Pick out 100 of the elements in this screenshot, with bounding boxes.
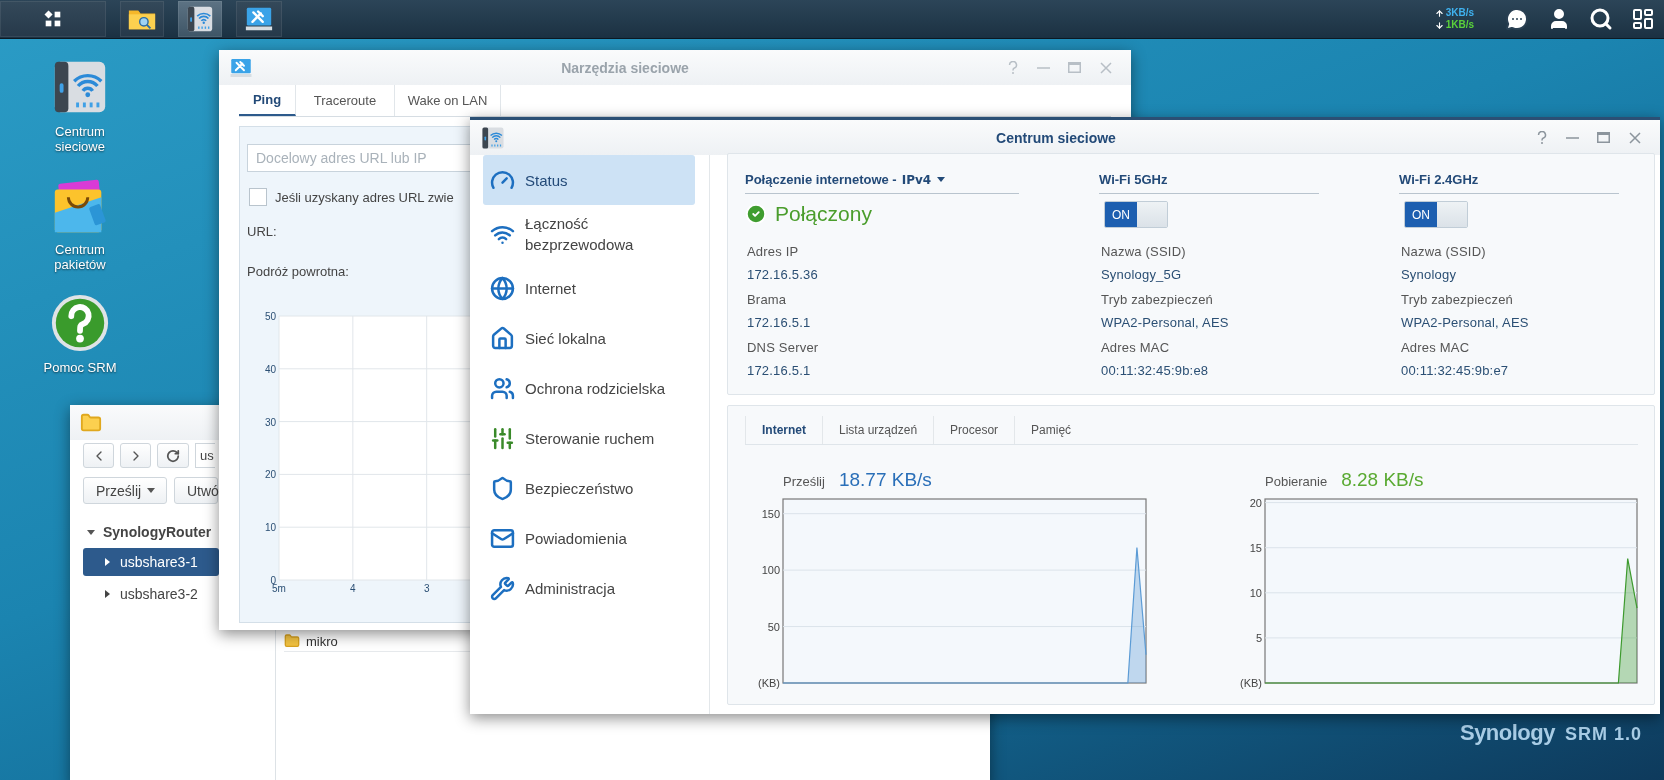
refresh-icon xyxy=(166,448,180,463)
checkbox-label: Jeśli uzyskany adres URL zwie xyxy=(275,189,454,205)
field-value: WPA2-Personal, AES xyxy=(1101,315,1230,330)
sliders-icon xyxy=(490,425,515,451)
speed-value: 8.28 KB/s xyxy=(1341,469,1424,491)
field-value: Synology xyxy=(1401,267,1458,282)
sidebar-item[interactable]: Sterowanie ruchem xyxy=(483,413,695,463)
axis-tick-label: 50 xyxy=(767,620,780,633)
axis-tick-label: 4 xyxy=(350,583,356,594)
field-label: Adres MAC xyxy=(1101,340,1171,355)
close-icon xyxy=(1099,61,1112,74)
brand-name: Synology xyxy=(1459,720,1555,746)
field-label: Nazwa (SSID) xyxy=(1401,244,1487,259)
widgets-icon xyxy=(1631,7,1655,31)
caret-icon xyxy=(87,529,95,535)
sidebar-item[interactable]: Status xyxy=(483,155,695,205)
globe-icon xyxy=(490,275,515,301)
maximize-icon xyxy=(1068,62,1081,73)
tree-item[interactable]: usbshare3-1 xyxy=(83,548,219,576)
field-value: 172.16.5.1 xyxy=(747,363,812,378)
tab[interactable]: Ping xyxy=(239,85,296,116)
field-value: 172.16.5.1 xyxy=(747,315,812,330)
field-value: 172.16.5.36 xyxy=(747,267,819,282)
sidebar-item[interactable]: Ochrona rodzicielska xyxy=(483,363,695,413)
tree-label: usbshare3-1 xyxy=(120,554,198,570)
field-value: 00:11:32:45:9b:e8 xyxy=(1101,363,1210,378)
sidebar-item[interactable]: Administracja xyxy=(483,563,695,613)
toolbar-button[interactable]: Prześlij xyxy=(83,477,167,504)
field-label: Tryb zabezpieczeń xyxy=(1401,292,1515,307)
section-title: Połączenie internetowe - xyxy=(745,172,897,187)
taskbar-button[interactable] xyxy=(120,1,164,37)
toggle-switch[interactable]: ON xyxy=(1404,201,1468,228)
axis-tick-label: 50 xyxy=(264,311,276,322)
tree-item[interactable]: usbshare3-2 xyxy=(83,580,219,608)
house-icon xyxy=(490,325,515,351)
file-name[interactable]: mikro xyxy=(306,633,338,649)
sidebar-item[interactable]: Łączność bezprzewodowa xyxy=(483,205,695,263)
section-title: Wi-Fi 2.4GHz xyxy=(1399,172,1479,187)
refresh-button[interactable] xyxy=(157,443,189,468)
field-label: Adres IP xyxy=(747,244,800,259)
chart-label: Pobieranie xyxy=(1265,474,1328,489)
field-label: Nazwa (SSID) xyxy=(1101,244,1187,259)
sidebar-item[interactable]: Powiadomienia xyxy=(483,513,695,563)
tab[interactable]: Wake on LAN xyxy=(395,85,501,116)
axis-tick-label: 3 xyxy=(423,583,430,594)
window-title: Narzędzia sieciowe xyxy=(560,59,690,76)
download-speed: 1KB/s xyxy=(1445,19,1474,31)
forward-button[interactable] xyxy=(120,443,151,468)
family-icon xyxy=(490,375,515,401)
connection-status: Połączony xyxy=(775,202,872,226)
help-icon xyxy=(49,292,111,354)
section-title: Wi-Fi 5GHz xyxy=(1099,172,1168,187)
desktop-icon-label[interactable]: Centrum pakietów xyxy=(40,242,120,272)
desktop-icon-label[interactable]: Pomoc SRM xyxy=(40,360,120,375)
upload-speed: 3KB/s xyxy=(1445,7,1474,19)
axis-tick-label: 150 xyxy=(761,507,780,520)
caret-icon xyxy=(937,177,946,182)
caret-icon xyxy=(105,558,110,566)
up-arrow-icon xyxy=(1434,8,1444,18)
wrench-icon xyxy=(490,575,515,601)
axis-tick-label: 40 xyxy=(264,363,276,375)
taskbar-button[interactable] xyxy=(236,1,282,37)
down-arrow-icon xyxy=(1434,20,1444,30)
tab[interactable]: Pamięć xyxy=(1014,416,1088,444)
router-wifi-icon xyxy=(185,4,215,34)
speed-value: 18.77 KB/s xyxy=(838,469,932,491)
axis-tick-label: 30 xyxy=(264,416,276,428)
taskbar-button[interactable] xyxy=(0,1,106,37)
axis-tick-label: 10 xyxy=(264,522,276,534)
path-field[interactable]: us xyxy=(195,443,215,468)
help-icon xyxy=(1536,131,1547,144)
tab[interactable]: Lista urządzeń xyxy=(822,416,934,444)
caret-icon xyxy=(105,590,110,598)
tree-label: SynologyRouter xyxy=(103,524,212,540)
axis-tick-label: (KB) xyxy=(1240,677,1262,689)
mode-dropdown[interactable]: IPv4 xyxy=(901,172,946,187)
sidebar-item[interactable]: Bezpieczeństwo xyxy=(483,463,695,513)
brand-product: SRM 1.0 xyxy=(1564,724,1642,745)
folder-icon xyxy=(80,411,102,434)
maximize-icon xyxy=(1597,132,1610,143)
sidebar-item[interactable]: Sieć lokalna xyxy=(483,313,695,363)
back-button[interactable] xyxy=(83,443,114,468)
axis-tick-label: 15 xyxy=(1249,541,1262,554)
taskbar-button[interactable] xyxy=(178,1,222,37)
folder-icon xyxy=(284,633,300,649)
toggle-switch[interactable]: ON xyxy=(1104,201,1168,228)
tree-label: usbshare3-2 xyxy=(120,586,198,602)
tab[interactable]: Procesor xyxy=(933,416,1015,444)
target-input-field[interactable]: Docelowy adres URL lub IP xyxy=(247,144,471,172)
sidebar-item[interactable]: Internet xyxy=(483,263,695,313)
tab[interactable]: Internet xyxy=(745,416,822,444)
field-label: Adres MAC xyxy=(1401,340,1471,355)
checkbox[interactable] xyxy=(249,188,267,206)
axis-tick-label: 10 xyxy=(1249,586,1262,599)
toolbar-button[interactable]: Utwó xyxy=(174,477,218,504)
search-icon xyxy=(1589,7,1613,31)
tree-item[interactable]: SynologyRouter xyxy=(83,520,212,544)
shield-icon xyxy=(490,475,515,501)
field-value: 00:11:32:45:9b:e7 xyxy=(1401,363,1510,378)
tab[interactable]: Traceroute xyxy=(296,85,395,116)
